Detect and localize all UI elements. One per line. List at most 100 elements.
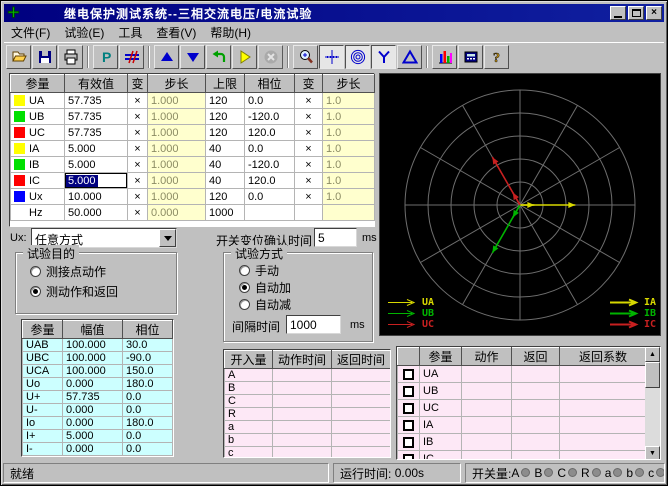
vertical-scrollbar[interactable]: ▲ ▼ — [645, 347, 660, 460]
interval-input[interactable] — [286, 315, 341, 334]
step-cell[interactable]: 1.000 — [148, 93, 206, 109]
phase-cell[interactable]: 0.0 — [245, 141, 295, 157]
vary-cell[interactable]: × — [295, 141, 323, 157]
menu-item[interactable]: 工具 — [111, 23, 149, 42]
radio-manual[interactable]: 手动 — [239, 263, 279, 277]
parameter-button[interactable]: P — [93, 45, 118, 69]
vary-cell[interactable]: × — [128, 141, 148, 157]
menu-item[interactable]: 帮助(H) — [203, 23, 258, 42]
step-cell[interactable]: 1.000 — [148, 109, 206, 125]
vary-cell[interactable]: × — [295, 157, 323, 173]
phase-cell[interactable]: 0.0 — [245, 93, 295, 109]
axes-grid-button[interactable] — [319, 45, 344, 69]
value-cell[interactable]: 50.000 — [65, 205, 128, 221]
value-cell[interactable]: 5.000 — [65, 141, 128, 157]
vary-cell[interactable] — [295, 205, 323, 221]
radio-auto-increase[interactable]: 自动加 — [239, 280, 291, 294]
step-cell[interactable]: 1.0 — [323, 93, 375, 109]
menu-item[interactable]: 试验(E) — [57, 23, 111, 42]
step-cell[interactable]: 1.0 — [323, 109, 375, 125]
lower-button[interactable] — [180, 45, 205, 69]
row-checkbox[interactable] — [403, 454, 414, 460]
bar-graph-button[interactable] — [432, 45, 457, 69]
step-cell[interactable]: 1.0 — [323, 189, 375, 205]
phase-cell[interactable]: -120.0 — [245, 157, 295, 173]
radio-auto-decrease[interactable]: 自动减 — [239, 297, 291, 311]
radio-action-and-return[interactable]: 测动作和返回 — [30, 284, 118, 298]
step-cell[interactable]: 1.000 — [148, 141, 206, 157]
row-checkbox[interactable] — [403, 403, 414, 414]
value-cell[interactable]: 57.735 — [65, 109, 128, 125]
start-button[interactable] — [232, 45, 257, 69]
value-cell[interactable]: 5.000 — [65, 173, 128, 189]
scroll-thumb[interactable] — [645, 362, 660, 388]
vary-cell[interactable]: × — [128, 205, 148, 221]
vary-cell[interactable]: × — [295, 189, 323, 205]
scroll-down-button[interactable]: ▼ — [645, 446, 660, 460]
limit-cell[interactable]: 40 — [206, 157, 245, 173]
row-checkbox[interactable] — [403, 437, 414, 448]
step-cell[interactable]: 1.000 — [148, 157, 206, 173]
vary-cell[interactable]: × — [128, 157, 148, 173]
phase-sequence-button[interactable] — [119, 45, 144, 69]
row-checkbox[interactable] — [403, 369, 414, 380]
step-cell[interactable]: 1.000 — [148, 173, 206, 189]
phase-cell[interactable]: 120.0 — [245, 125, 295, 141]
undo-button[interactable] — [206, 45, 231, 69]
row-checkbox[interactable] — [403, 386, 414, 397]
help-button[interactable]: ? — [484, 45, 509, 69]
phase-cell[interactable]: -120.0 — [245, 109, 295, 125]
calculator-button[interactable] — [458, 45, 483, 69]
phase-cell[interactable]: 0.0 — [245, 189, 295, 205]
vary-cell[interactable]: × — [295, 173, 323, 189]
step-cell[interactable] — [323, 205, 375, 221]
minimize-button[interactable] — [610, 6, 626, 20]
delta-connection-button[interactable] — [397, 45, 422, 69]
radio-contact-action[interactable]: 测接点动作 — [30, 264, 106, 278]
vary-cell[interactable]: × — [128, 189, 148, 205]
step-cell[interactable]: 1.000 — [148, 189, 206, 205]
zoom-button[interactable] — [293, 45, 318, 69]
step-cell[interactable]: 1.000 — [148, 125, 206, 141]
polar-circles-button[interactable] — [345, 45, 370, 69]
limit-cell[interactable]: 120 — [206, 189, 245, 205]
limit-cell[interactable]: 120 — [206, 109, 245, 125]
step-cell[interactable]: 0.000 — [148, 205, 206, 221]
vary-cell[interactable]: × — [295, 93, 323, 109]
vary-cell[interactable]: × — [295, 109, 323, 125]
wye-connection-button[interactable] — [371, 45, 396, 69]
limit-cell[interactable]: 40 — [206, 173, 245, 189]
print-button[interactable] — [58, 45, 83, 69]
vary-cell[interactable]: × — [128, 173, 148, 189]
save-button[interactable] — [32, 45, 57, 69]
confirm-time-input[interactable] — [314, 228, 357, 247]
phase-cell[interactable] — [245, 205, 295, 221]
limit-cell[interactable]: 120 — [206, 93, 245, 109]
close-button[interactable]: × — [646, 6, 662, 20]
vary-cell[interactable]: × — [128, 93, 148, 109]
combo-dropdown-button[interactable] — [159, 229, 176, 247]
vary-cell[interactable]: × — [128, 109, 148, 125]
open-button[interactable] — [6, 45, 31, 69]
channel-name: IC — [420, 451, 462, 461]
step-cell[interactable]: 1.0 — [323, 173, 375, 189]
value-cell[interactable]: 10.000 — [65, 189, 128, 205]
menu-item[interactable]: 文件(F) — [4, 23, 57, 42]
value-cell[interactable]: 57.735 — [65, 93, 128, 109]
value-cell[interactable]: 5.000 — [65, 157, 128, 173]
limit-cell[interactable]: 40 — [206, 141, 245, 157]
row-checkbox[interactable] — [403, 420, 414, 431]
phase-cell[interactable]: 120.0 — [245, 173, 295, 189]
raise-button[interactable] — [154, 45, 179, 69]
limit-cell[interactable]: 1000 — [206, 205, 245, 221]
step-cell[interactable]: 1.0 — [323, 141, 375, 157]
maximize-button[interactable] — [628, 6, 644, 20]
value-cell[interactable]: 57.735 — [65, 125, 128, 141]
vary-cell[interactable]: × — [295, 125, 323, 141]
scroll-up-button[interactable]: ▲ — [645, 347, 660, 362]
menu-item[interactable]: 查看(V) — [149, 23, 203, 42]
step-cell[interactable]: 1.0 — [323, 157, 375, 173]
vary-cell[interactable]: × — [128, 125, 148, 141]
limit-cell[interactable]: 120 — [206, 125, 245, 141]
step-cell[interactable]: 1.0 — [323, 125, 375, 141]
